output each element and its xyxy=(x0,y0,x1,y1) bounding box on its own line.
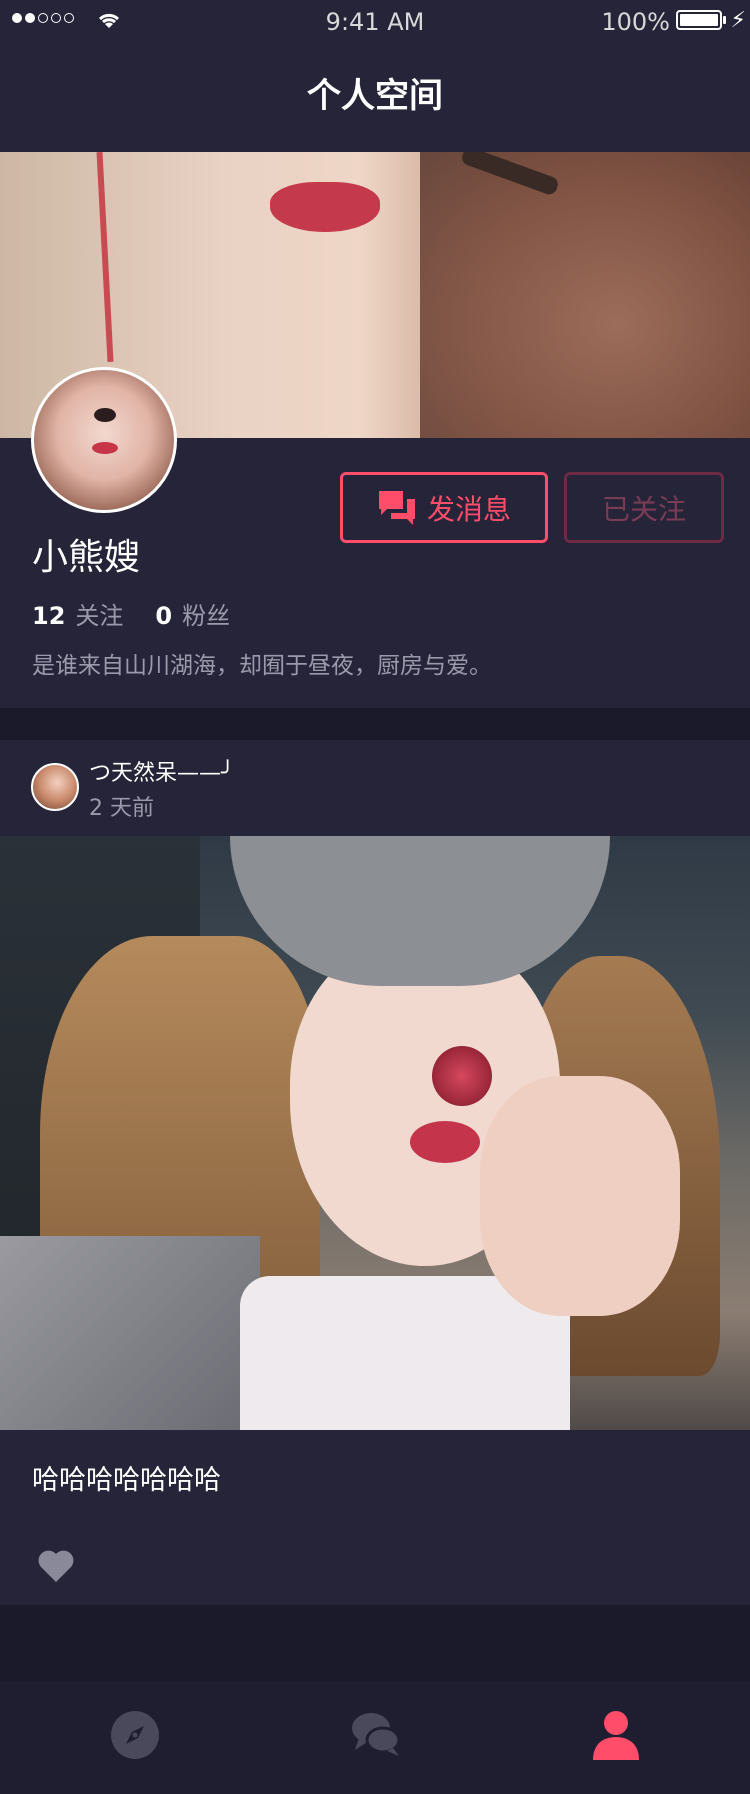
photo-coat xyxy=(0,1236,260,1430)
profile-stats: 12 关注 0 粉丝 xyxy=(32,596,262,631)
username: 小熊嫂 xyxy=(32,537,141,578)
compass-icon[interactable] xyxy=(110,1710,160,1760)
photo-hat xyxy=(230,836,610,986)
cover-strap xyxy=(96,152,114,363)
cover-lips xyxy=(270,182,380,232)
followed-button[interactable]: 已关注 xyxy=(564,472,724,543)
section-divider xyxy=(0,708,750,740)
battery-icon xyxy=(676,10,722,30)
post-author-name[interactable]: つ天然呆——╯ xyxy=(89,755,234,787)
cover-hair xyxy=(420,152,750,438)
nav-bar: 个人空间 xyxy=(0,40,750,152)
post-text: 哈哈哈哈哈哈哈 xyxy=(32,1465,221,1496)
following-count[interactable]: 12 xyxy=(32,602,65,630)
battery-tip xyxy=(723,16,726,24)
followers-count[interactable]: 0 xyxy=(155,602,172,630)
post-timestamp: 2 天前 xyxy=(89,796,154,821)
avatar[interactable] xyxy=(31,367,177,513)
photo-lollipop xyxy=(432,1046,492,1106)
photo-lips xyxy=(410,1121,480,1163)
user-icon[interactable] xyxy=(593,1710,639,1760)
post-image[interactable] xyxy=(0,836,750,1430)
post-author-avatar[interactable] xyxy=(31,763,79,811)
feed-bottom-spacer xyxy=(0,1605,750,1681)
photo-hand xyxy=(480,1076,680,1316)
following-label[interactable]: 关注 xyxy=(75,596,123,631)
send-message-button[interactable]: 发消息 xyxy=(340,472,548,543)
status-bar: 9:41 AM 100% ⚡ xyxy=(0,0,750,40)
heart-icon[interactable] xyxy=(36,1548,76,1584)
send-message-label: 发消息 xyxy=(426,492,511,526)
followed-label: 已关注 xyxy=(601,492,686,526)
messages-icon[interactable] xyxy=(351,1710,401,1758)
followers-label[interactable]: 粉丝 xyxy=(182,596,230,631)
post-body xyxy=(0,1430,750,1605)
bio: 是谁来自山川湖海，却囿于昼夜，厨房与爱。 xyxy=(32,653,492,679)
battery-percent: 100% xyxy=(601,8,670,36)
charging-icon: ⚡ xyxy=(730,8,746,33)
page-title: 个人空间 xyxy=(307,76,443,116)
chat-icon xyxy=(378,490,415,525)
